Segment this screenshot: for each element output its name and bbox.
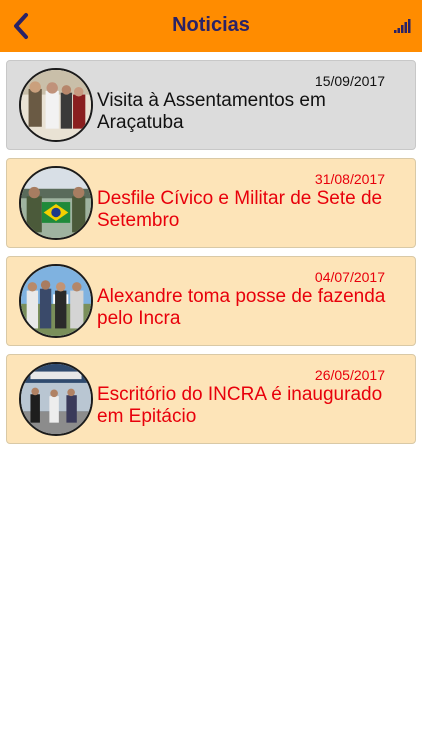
signal-bars-icon bbox=[394, 19, 412, 33]
news-list: 15/09/2017 Visita à Assentamentos em Ara… bbox=[6, 60, 416, 452]
page-title: Noticias bbox=[172, 14, 250, 36]
news-thumbnail bbox=[19, 166, 93, 240]
news-thumbnail bbox=[19, 362, 93, 436]
news-date: 15/09/2017 bbox=[314, 73, 385, 89]
back-button[interactable] bbox=[10, 12, 34, 40]
news-title: Desfile Cívico e Militar de Sete de Sete… bbox=[97, 188, 383, 231]
news-title: Escritório do INCRA é inaugurado em Epit… bbox=[97, 384, 383, 427]
chevron-left-icon bbox=[14, 13, 28, 39]
news-item[interactable]: 15/09/2017 Visita à Assentamentos em Ara… bbox=[6, 60, 416, 150]
news-item[interactable]: 04/07/2017 Alexandre toma posse de fazen… bbox=[6, 256, 416, 346]
news-item[interactable]: 31/08/2017 Desfile Cívico e Militar de S… bbox=[6, 158, 416, 248]
news-date: 04/07/2017 bbox=[314, 269, 385, 285]
news-title: Visita à Assentamentos em Araçatuba bbox=[97, 90, 326, 133]
news-date: 31/08/2017 bbox=[314, 171, 385, 187]
news-date: 26/05/2017 bbox=[314, 367, 385, 383]
news-title: Alexandre toma posse de fazenda pelo Inc… bbox=[97, 286, 386, 329]
news-thumbnail bbox=[19, 264, 93, 338]
news-thumbnail bbox=[19, 68, 93, 142]
app-header: Noticias bbox=[0, 0, 422, 52]
news-item[interactable]: 26/05/2017 Escritório do INCRA é inaugur… bbox=[6, 354, 416, 444]
